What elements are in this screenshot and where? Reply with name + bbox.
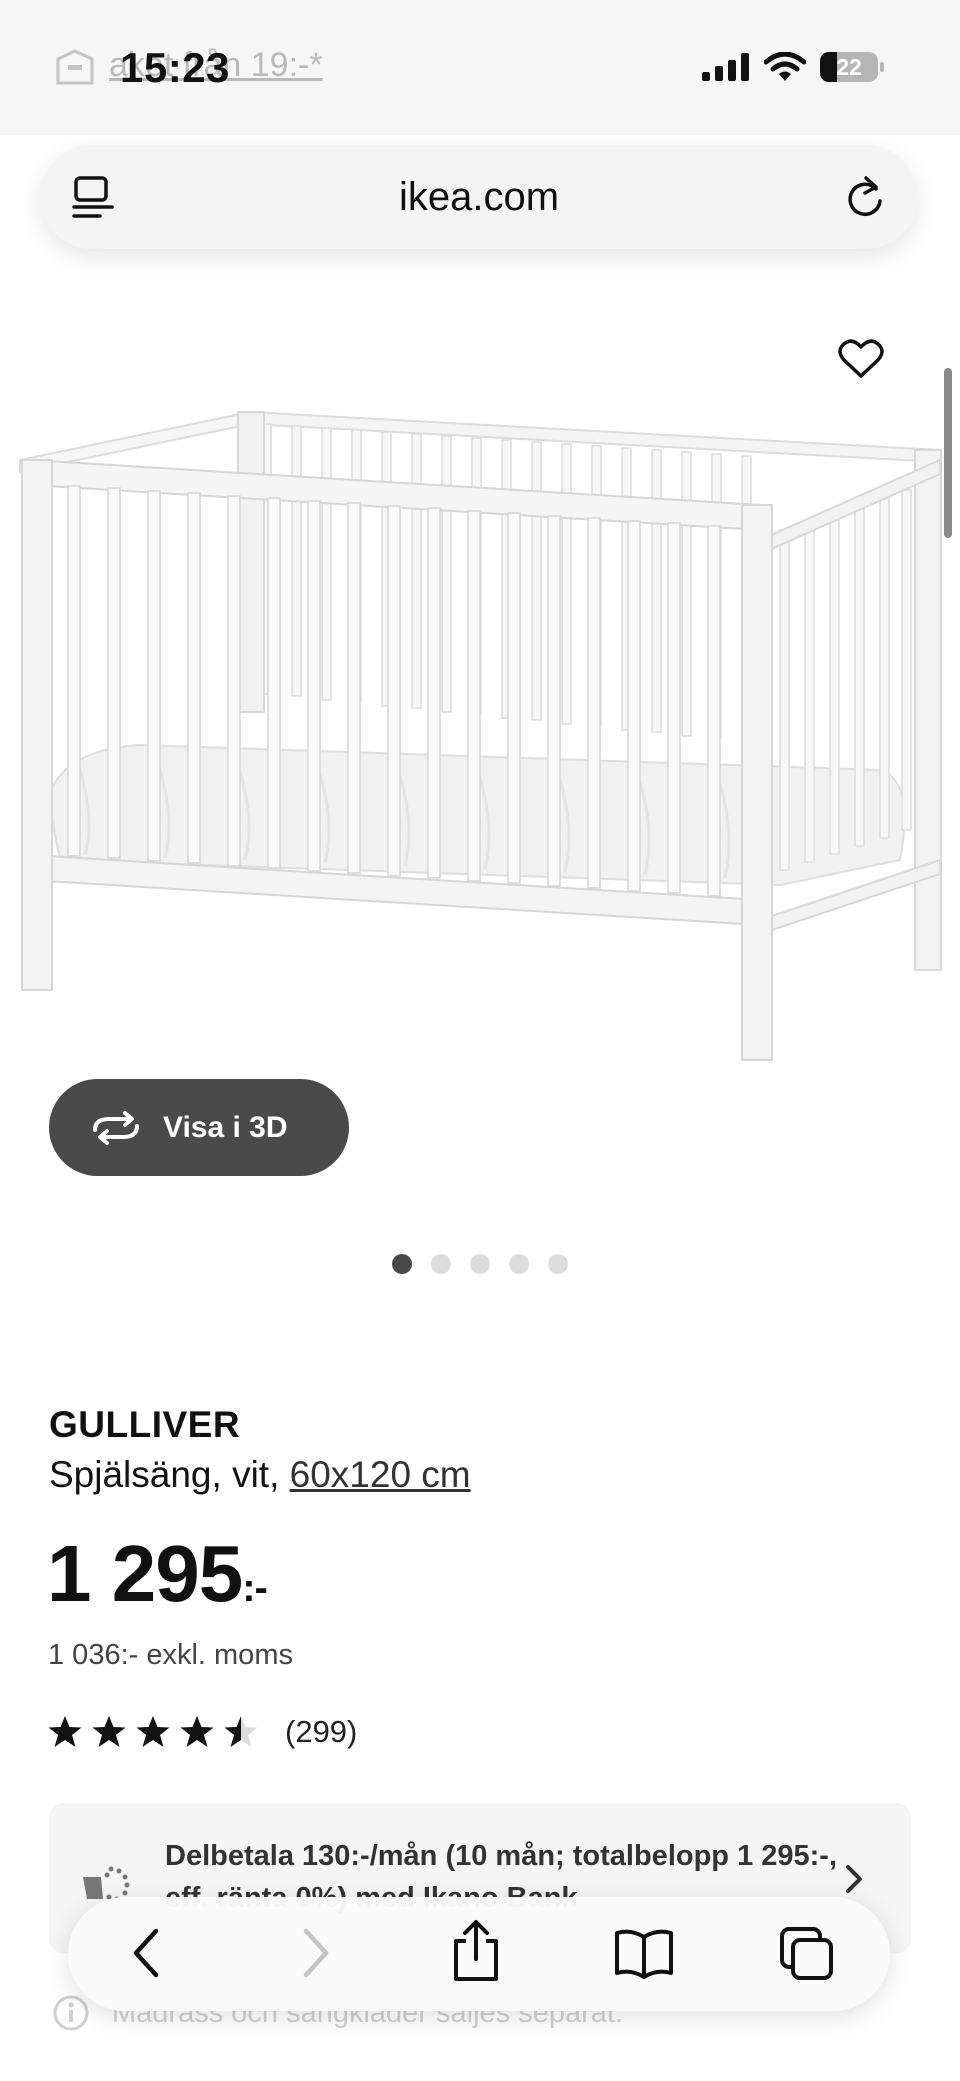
star-icon: [48, 1716, 82, 1747]
gallery-pagination[interactable]: [392, 1254, 568, 1274]
rotate-3d-icon: [93, 1110, 139, 1145]
price-excl-vat: 1 036:- exkl. moms: [48, 1639, 293, 1671]
gallery-dot[interactable]: [431, 1254, 451, 1274]
back-icon[interactable]: [126, 1925, 166, 1981]
star-icon: [92, 1716, 126, 1747]
product-rating[interactable]: (299): [47, 1714, 357, 1750]
battery-icon: 22: [820, 52, 884, 82]
status-icons: 22: [702, 52, 884, 82]
scroll-indicator[interactable]: [944, 368, 952, 538]
browser-toolbar: [68, 1897, 890, 2011]
gallery-dot[interactable]: [470, 1254, 490, 1274]
star-icon: [180, 1716, 214, 1747]
share-icon[interactable]: [450, 1919, 502, 1983]
star-icon: [136, 1716, 170, 1747]
signal-icon: [702, 53, 749, 81]
chevron-right-icon[interactable]: [843, 1863, 865, 1895]
price-suffix: :-: [242, 1566, 268, 1610]
product-type: Spjälsäng, vit,: [49, 1454, 290, 1495]
bookmarks-icon[interactable]: [613, 1925, 675, 1981]
product-name: GULLIVER: [49, 1404, 241, 1445]
gallery-dot[interactable]: [392, 1254, 412, 1274]
wifi-icon: [764, 52, 806, 81]
tabs-icon[interactable]: [778, 1925, 836, 1981]
view-3d-button[interactable]: Visa i 3D: [49, 1079, 349, 1176]
battery-level: 22: [836, 53, 862, 80]
product-image[interactable]: [0, 300, 960, 1100]
heart-icon[interactable]: [838, 338, 884, 380]
rating-count[interactable]: (299): [285, 1714, 357, 1750]
half-star-icon: [224, 1716, 258, 1747]
info-icon: [53, 1995, 89, 2031]
delivery-truck-icon: [56, 48, 94, 84]
view-3d-label: Visa i 3D: [163, 1110, 288, 1144]
reload-icon[interactable]: [844, 175, 886, 221]
product-description: Spjälsäng, vit, 60x120 cm: [49, 1454, 471, 1496]
forward-icon[interactable]: [296, 1925, 336, 1981]
address-bar[interactable]: ikea.com: [40, 145, 918, 249]
product-size-link[interactable]: 60x120 cm: [290, 1454, 471, 1495]
product-price: 1 295:-: [47, 1528, 268, 1620]
gallery-dot[interactable]: [548, 1254, 568, 1274]
status-time: 15:23: [120, 44, 230, 91]
price-value: 1 295: [47, 1529, 243, 1618]
url-field[interactable]: ikea.com: [40, 175, 918, 220]
gallery-dot[interactable]: [509, 1254, 529, 1274]
